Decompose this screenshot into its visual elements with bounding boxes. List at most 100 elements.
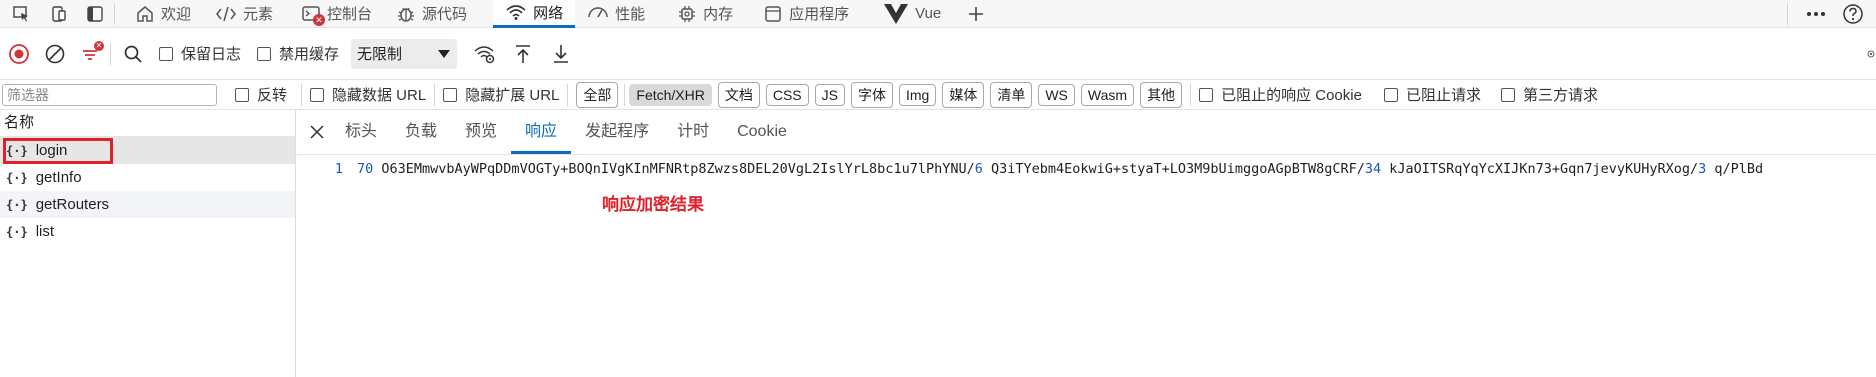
tab-label: 应用程序 <box>789 6 850 23</box>
tab-sources[interactable]: 源代码 <box>384 0 479 28</box>
type-filter-fetch-xhr[interactable]: Fetch/XHR <box>629 83 712 106</box>
tab-timing[interactable]: 计时 <box>663 110 723 154</box>
disable-cache-checkbox[interactable]: 禁用缓存 <box>257 43 339 64</box>
highlight-box <box>3 138 113 164</box>
blocked-cookie-checkbox[interactable]: 已阻止的响应 Cookie <box>1199 84 1362 105</box>
filter-icon[interactable]: ✕ <box>80 40 104 65</box>
tab-payload[interactable]: 负载 <box>391 110 451 154</box>
checkbox-box <box>235 87 249 102</box>
type-filter-other[interactable]: 其他 <box>1140 81 1183 108</box>
response-segment: 34 <box>1364 161 1382 177</box>
response-segment: 6 <box>974 161 983 177</box>
tab-console[interactable]: ✕ 控制台 <box>285 0 384 28</box>
record-stop-icon[interactable] <box>8 43 30 65</box>
line-number: 1 <box>334 161 343 177</box>
tab-label: Vue <box>915 5 942 22</box>
tab-memory[interactable]: 内存 <box>665 0 745 28</box>
invert-checkbox[interactable]: 反转 <box>235 84 287 105</box>
tab-welcome[interactable]: 欢迎 <box>123 0 203 28</box>
type-filter-css[interactable]: CSS <box>765 83 809 106</box>
third-party-label: 第三方请求 <box>1522 87 1598 104</box>
type-filter-ws[interactable]: WS <box>1038 83 1075 106</box>
type-filter-doc[interactable]: 文档 <box>717 81 760 108</box>
type-filter-img[interactable]: Img <box>899 83 937 106</box>
settings-gear-icon[interactable] <box>1866 44 1876 64</box>
checkbox-box <box>159 46 173 61</box>
type-filter-all[interactable]: 全部 <box>576 81 619 108</box>
inspect-icon[interactable] <box>10 5 32 23</box>
type-filter-font[interactable]: 字体 <box>851 81 893 108</box>
clear-icon[interactable] <box>44 43 66 65</box>
blocked-requests-label: 已阻止请求 <box>1405 87 1481 104</box>
throttle-select[interactable]: 无限制 <box>351 38 458 69</box>
tab-label: 内存 <box>703 6 734 23</box>
network-toolbar: ✕ 保留日志 禁用缓存 无限制 <box>0 28 1876 80</box>
filter-input[interactable]: 筛选器 <box>2 83 217 106</box>
wifi-icon <box>505 3 527 21</box>
type-filter-media[interactable]: 媒体 <box>942 81 985 108</box>
tab-network[interactable]: 网络 <box>493 0 576 28</box>
xhr-icon: {·} <box>6 224 28 239</box>
tab-elements[interactable]: 元素 <box>203 0 285 28</box>
request-row-getinfo[interactable]: {·} getInfo <box>0 164 295 191</box>
close-icon[interactable] <box>309 124 325 140</box>
request-row-list[interactable]: {·} list <box>0 218 295 245</box>
hide-data-url-checkbox[interactable]: 隐藏数据 URL <box>310 84 426 105</box>
divider <box>434 83 436 106</box>
dock-sidebar-icon[interactable] <box>84 5 106 23</box>
console-icon: ✕ <box>301 4 326 26</box>
ellipsis-icon[interactable] <box>1806 11 1826 17</box>
request-row-login[interactable]: {·} login <box>0 137 295 164</box>
response-segment: 70 <box>357 161 374 177</box>
filter-bar: 筛选器 反转 隐藏数据 URL 隐藏扩展 URL 全部 Fetch/XHR 文档… <box>0 80 1876 110</box>
search-icon[interactable] <box>123 44 143 64</box>
vue-icon <box>883 3 909 25</box>
hide-ext-url-checkbox[interactable]: 隐藏扩展 URL <box>443 84 559 105</box>
type-filter-wasm[interactable]: Wasm <box>1080 83 1135 106</box>
checkbox-box <box>1383 87 1398 102</box>
import-har-icon[interactable] <box>513 43 533 65</box>
tab-label: 元素 <box>243 6 274 23</box>
tab-label: 性能 <box>615 6 646 23</box>
preserve-log-checkbox[interactable]: 保留日志 <box>159 43 241 64</box>
response-body-line[interactable]: 1 70 O63EMmwvbAyWPqDDmVOGTy+BOQnIVgKInMF… <box>297 158 1876 180</box>
plus-icon[interactable] <box>967 5 985 23</box>
response-segment: q/PlBd <box>1706 161 1764 177</box>
tab-headers[interactable]: 标头 <box>331 110 391 154</box>
tab-label: 源代码 <box>422 6 468 23</box>
third-party-checkbox[interactable]: 第三方请求 <box>1500 84 1598 105</box>
type-filter-manifest[interactable]: 清单 <box>990 81 1033 108</box>
tab-label: 网络 <box>533 4 564 22</box>
bug-icon <box>396 4 416 24</box>
chip-icon <box>677 4 697 24</box>
device-emulation-icon[interactable] <box>48 5 70 23</box>
tab-label: 控制台 <box>327 6 373 23</box>
tab-preview[interactable]: 预览 <box>451 110 511 154</box>
tab-application[interactable]: 应用程序 <box>751 0 861 28</box>
help-icon[interactable] <box>1842 3 1864 25</box>
tab-cookies[interactable]: Cookie <box>723 110 801 154</box>
checkbox-box <box>257 46 272 61</box>
tab-vue[interactable]: Vue <box>871 0 953 28</box>
type-filter-js[interactable]: JS <box>814 83 845 106</box>
network-conditions-icon[interactable] <box>473 43 497 65</box>
divider <box>110 42 111 65</box>
export-har-icon[interactable] <box>551 43 571 65</box>
filter-badge-icon: ✕ <box>94 40 104 51</box>
response-segment: O63EMmwvbAyWPqDDmVOGTy+BOQnIVgKInMFNRtp8… <box>373 161 975 177</box>
name-column-header[interactable]: 名称 <box>0 110 295 137</box>
divider <box>1190 83 1192 106</box>
checkbox-box <box>1500 87 1515 102</box>
tab-performance[interactable]: 性能 <box>575 0 657 28</box>
filter-placeholder: 筛选器 <box>7 86 49 103</box>
chevron-down-icon <box>437 49 451 59</box>
request-row-getrouters[interactable]: {·} getRouters <box>0 191 295 218</box>
tab-initiator[interactable]: 发起程序 <box>571 110 663 154</box>
blocked-requests-checkbox[interactable]: 已阻止请求 <box>1383 84 1481 105</box>
request-details: 标头 负载 预览 响应 发起程序 计时 Cookie 1 70 O63EMmwv… <box>297 110 1876 377</box>
request-name: getInfo <box>35 169 82 186</box>
tab-response[interactable]: 响应 <box>511 110 572 154</box>
divider <box>1787 2 1788 25</box>
disable-cache-label: 禁用缓存 <box>279 46 340 63</box>
divider <box>301 83 303 106</box>
